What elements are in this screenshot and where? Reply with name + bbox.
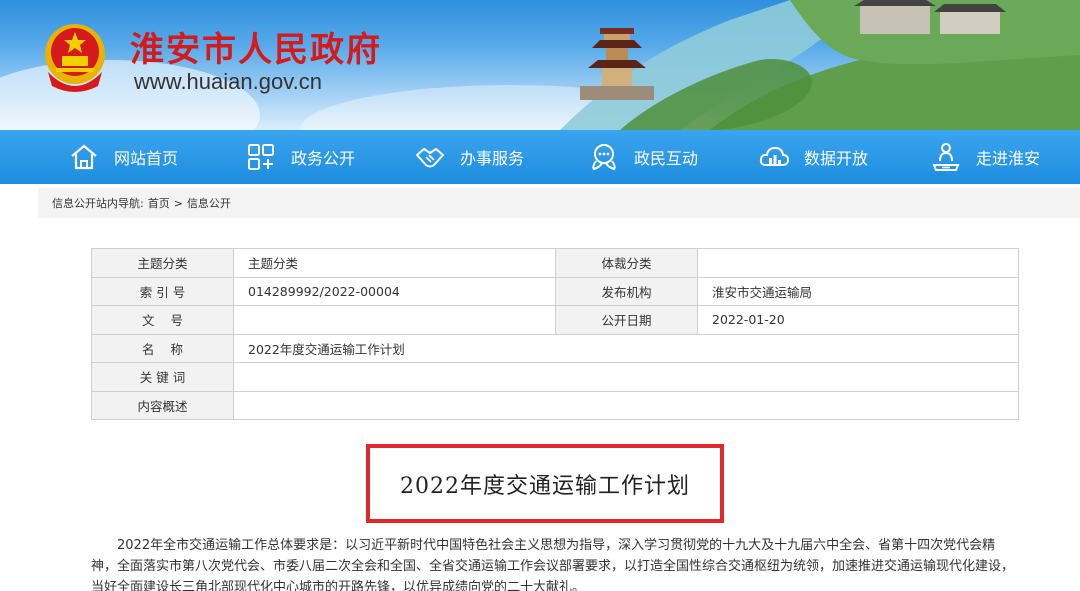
nav-item-label: 数据开放 <box>804 149 869 168</box>
nav-item-label: 网站首页 <box>114 149 179 168</box>
nav-item-open-data[interactable]: 数据开放 <box>758 130 868 184</box>
site-name: 淮安市人民政府 <box>130 30 382 70</box>
document-info-table: 主题分类 主题分类 体裁分类 索 引 号 014289992/2022-0000… <box>91 248 1019 420</box>
grid-icon <box>248 144 274 170</box>
summary-label: 内容概述 <box>91 390 234 420</box>
breadcrumb-prefix: 信息公开站内导航: <box>52 197 144 210</box>
nav-item-label: 政务公开 <box>291 149 356 168</box>
breadcrumb-separator: > <box>173 196 183 210</box>
nav-item-home[interactable]: 网站首页 <box>68 130 178 184</box>
topic-value: 主题分类 <box>233 248 556 278</box>
article-paragraph: 2022年全市交通运输工作总体要求是：以习近平新时代中国特色社会主义思想为指导，… <box>91 538 1015 591</box>
location-person-icon <box>932 143 960 171</box>
home-icon <box>71 144 97 170</box>
article-title: 2022年度交通运输工作计划 <box>400 473 690 499</box>
docno-label: 文 号 <box>91 305 234 335</box>
keywords-value <box>233 362 1019 392</box>
table-row: 主题分类 主题分类 体裁分类 <box>91 248 1019 278</box>
docno-value <box>233 305 556 335</box>
site-url: www.huaian.gov.cn <box>134 69 322 94</box>
table-row: 索 引 号 014289992/2022-00004 发布机构 淮安市交通运输局 <box>91 276 1019 306</box>
table-row: 名 称 2022年度交通运输工作计划 <box>91 333 1019 363</box>
table-row: 关 键 词 <box>91 362 1019 392</box>
national-emblem-logo <box>45 24 105 92</box>
handshake-icon <box>416 148 444 168</box>
nav-item-label: 政民互动 <box>634 149 699 168</box>
nav-item-about-huaian[interactable]: 走进淮安 <box>930 130 1040 184</box>
city-scenery-image <box>560 0 1080 130</box>
nav-item-label: 走进淮安 <box>976 149 1041 168</box>
chat-icon <box>592 144 616 171</box>
publisher-label: 发布机构 <box>555 276 698 306</box>
cloud-data-icon <box>759 146 790 166</box>
genre-value <box>697 248 1019 278</box>
table-row: 文 号 公开日期 2022-01-20 <box>91 305 1019 335</box>
site-header: 淮安市人民政府 www.huaian.gov.cn <box>0 0 1080 130</box>
nav-item-government-affairs[interactable]: 政务公开 <box>245 130 355 184</box>
date-value: 2022-01-20 <box>697 305 1019 335</box>
nav-item-label: 办事服务 <box>460 149 525 168</box>
breadcrumb: 信息公开站内导航: 首页 > 信息公开 <box>38 188 1080 218</box>
topic-label: 主题分类 <box>91 248 234 278</box>
nav-item-services[interactable]: 办事服务 <box>414 130 524 184</box>
breadcrumb-home-link[interactable]: 首页 <box>148 195 170 211</box>
date-label: 公开日期 <box>555 305 698 335</box>
genre-label: 体裁分类 <box>555 248 698 278</box>
name-label: 名 称 <box>91 333 234 363</box>
main-nav: 网站首页 政务公开 办事服务 政民互动 数据开放 走进淮安 <box>0 130 1080 184</box>
table-row: 内容概述 <box>91 390 1019 420</box>
breadcrumb-current-link[interactable]: 信息公开 <box>187 195 231 211</box>
nav-item-interaction[interactable]: 政民互动 <box>588 130 698 184</box>
name-value: 2022年度交通运输工作计划 <box>233 333 1019 363</box>
keywords-label: 关 键 词 <box>91 362 234 392</box>
index-value: 014289992/2022-00004 <box>233 276 556 306</box>
highlighted-title-box: 2022年度交通运输工作计划 <box>366 444 724 523</box>
index-label: 索 引 号 <box>91 276 234 306</box>
publisher-value: 淮安市交通运输局 <box>697 276 1019 306</box>
summary-value <box>233 390 1019 420</box>
